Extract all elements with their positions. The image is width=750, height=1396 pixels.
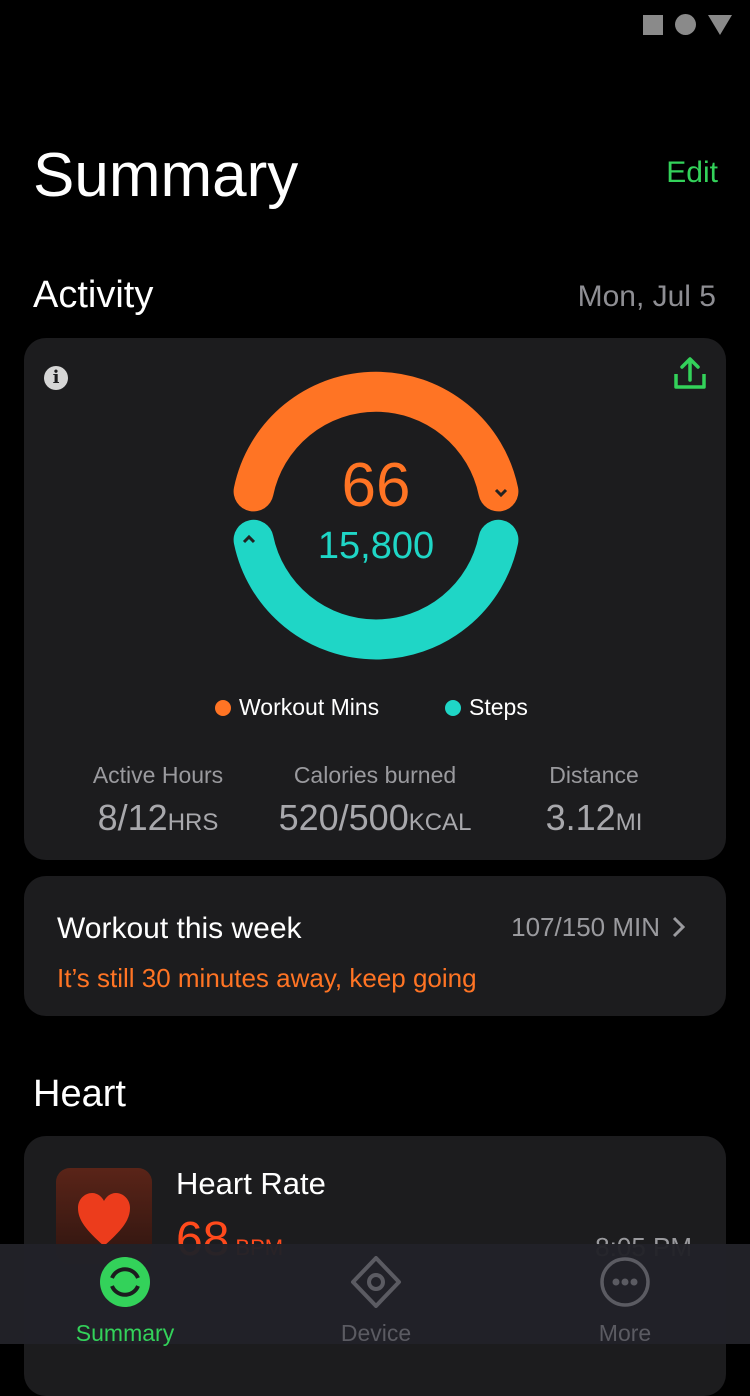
workout-week-card[interactable] — [24, 876, 726, 1016]
tab-summary[interactable]: Summary — [35, 1256, 215, 1347]
workout-mins-value: 66 — [341, 451, 411, 520]
tab-more[interactable]: More — [535, 1256, 715, 1347]
workout-week-message: It’s still 30 minutes away, keep going — [57, 963, 477, 993]
circle-icon — [675, 14, 696, 35]
status-bar — [643, 14, 732, 35]
info-icon[interactable]: i — [44, 366, 68, 390]
steps-value: 15,800 — [317, 525, 435, 567]
square-icon — [643, 14, 663, 35]
legend-steps: Steps — [445, 694, 528, 721]
activity-heading: Activity — [33, 274, 154, 316]
legend-dot — [215, 699, 231, 716]
legend-dot — [445, 699, 461, 716]
tab-device[interactable]: Device — [286, 1256, 466, 1347]
workout-week-value: 107/150 MIN — [511, 912, 660, 942]
bottom-nav: Summary Device More — [0, 1244, 750, 1347]
legend-workout: Workout Mins — [215, 694, 379, 721]
device-icon — [351, 1256, 401, 1308]
edit-button[interactable]: Edit — [666, 156, 718, 190]
more-icon — [600, 1257, 650, 1307]
heart-rate-title: Heart Rate — [176, 1166, 326, 1201]
stat-distance: Distance 3.12MI — [545, 762, 643, 838]
share-icon[interactable] — [672, 356, 708, 392]
chevron-right-icon[interactable] — [670, 915, 688, 939]
stat-active-hours: Active Hours 8/12HRS — [92, 762, 224, 838]
summary-icon — [100, 1257, 150, 1307]
page-title: Summary — [33, 141, 299, 210]
stat-calories: Calories burned 520/500KCAL — [278, 762, 472, 838]
activity-date[interactable]: Mon, Jul 5 — [578, 280, 716, 314]
workout-week-title: Workout this week — [57, 912, 302, 945]
heart-heading: Heart — [33, 1073, 126, 1115]
triangle-icon — [708, 14, 732, 35]
